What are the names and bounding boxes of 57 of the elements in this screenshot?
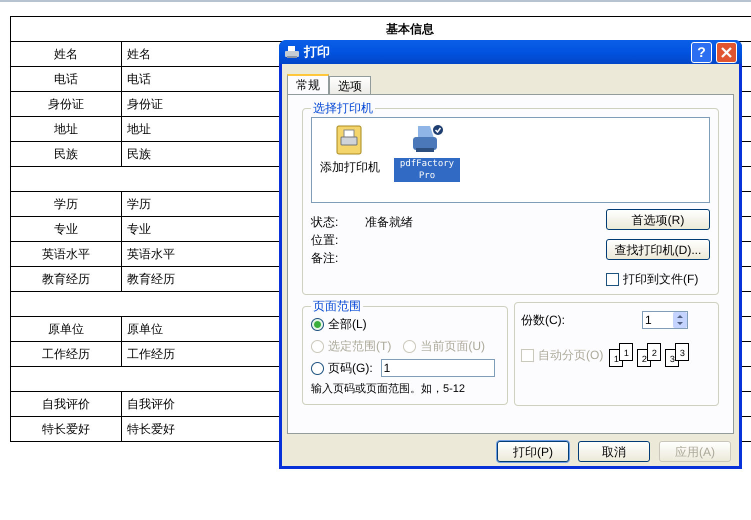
help-button[interactable]: ? bbox=[691, 42, 712, 62]
dialog-button[interactable]: 查找打印机(D)... bbox=[606, 239, 710, 260]
spin-arrows-icon bbox=[673, 312, 687, 328]
copies-label: 份数(C): bbox=[521, 312, 566, 329]
hint-text: 输入页码或页面范围。如，5-12 bbox=[311, 382, 466, 397]
table-cell-text: 地址 bbox=[54, 121, 78, 138]
table-cell-text: 原单位 bbox=[48, 321, 84, 338]
table-cell-text: 姓名 bbox=[54, 46, 78, 63]
table-title: 基本信息 bbox=[386, 21, 434, 38]
table-cell-text: 地址 bbox=[127, 121, 151, 138]
close-button[interactable] bbox=[716, 42, 737, 62]
table-cell-text: 身份证 bbox=[48, 96, 84, 113]
radio-option[interactable]: 全部(L) bbox=[311, 315, 367, 333]
info-value: 准备就绪 bbox=[365, 214, 413, 229]
table-cell-text: 教育经历 bbox=[127, 271, 175, 288]
table-cell-text: 英语水平 bbox=[127, 246, 175, 263]
window-title: 打印 bbox=[304, 43, 330, 62]
table-cell-text: 民族 bbox=[127, 146, 151, 163]
table-cell-text: 特长爱好 bbox=[127, 421, 175, 438]
table-cell-text: 电话 bbox=[127, 71, 151, 88]
printer-item[interactable]: 添加打印机 bbox=[320, 124, 380, 176]
table-cell-text: 专业 bbox=[54, 221, 78, 238]
table-cell-text: 英语水平 bbox=[42, 246, 90, 263]
dialog-button[interactable]: 首选项(R) bbox=[606, 209, 710, 230]
checkbox-option[interactable]: 打印到文件(F) bbox=[606, 270, 710, 288]
table-cell-text: 姓名 bbox=[127, 46, 151, 63]
table-cell-text: 工作经历 bbox=[127, 346, 175, 363]
info-label: 备注: bbox=[311, 250, 340, 265]
pages-input[interactable]: 1 bbox=[380, 359, 495, 377]
table-cell-text: 学历 bbox=[127, 196, 151, 213]
info-label: 状态: bbox=[311, 214, 340, 229]
table-cell-text: 学历 bbox=[54, 196, 78, 213]
page-sheet: 1 bbox=[619, 343, 634, 361]
table-cell-text: 自我评价 bbox=[127, 396, 175, 413]
table-cell-text: 特长爱好 bbox=[42, 421, 90, 438]
info-label: 位置: bbox=[311, 232, 340, 247]
tab[interactable]: 选项 bbox=[329, 76, 371, 94]
dialog-button[interactable]: 取消 bbox=[578, 441, 650, 462]
table-cell-text: 自我评价 bbox=[42, 396, 90, 413]
printer-item[interactable]: pdfFactory Pro bbox=[394, 124, 460, 182]
table-cell-text: 身份证 bbox=[127, 96, 163, 113]
page-sheet: 3 bbox=[675, 343, 690, 361]
close-icon bbox=[721, 46, 732, 58]
table-cell-text: 教育经历 bbox=[42, 271, 90, 288]
tab[interactable]: 常规 bbox=[287, 74, 329, 94]
table-cell-text: 民族 bbox=[54, 146, 78, 163]
radio-option[interactable]: 页码(G): bbox=[311, 359, 373, 377]
copies-spinner[interactable]: 1 bbox=[642, 311, 688, 329]
page-sheet: 2 bbox=[647, 343, 662, 361]
dialog-button[interactable]: 打印(P) bbox=[497, 441, 569, 462]
group-title: 页面范围 bbox=[312, 298, 362, 315]
table-cell-text: 电话 bbox=[54, 71, 78, 88]
printer-icon bbox=[284, 44, 300, 60]
table-cell-text: 专业 bbox=[127, 221, 151, 238]
table-cell-text: 工作经历 bbox=[42, 346, 90, 363]
table-cell-text: 原单位 bbox=[127, 321, 163, 338]
group-title: 选择打印机 bbox=[312, 100, 374, 117]
